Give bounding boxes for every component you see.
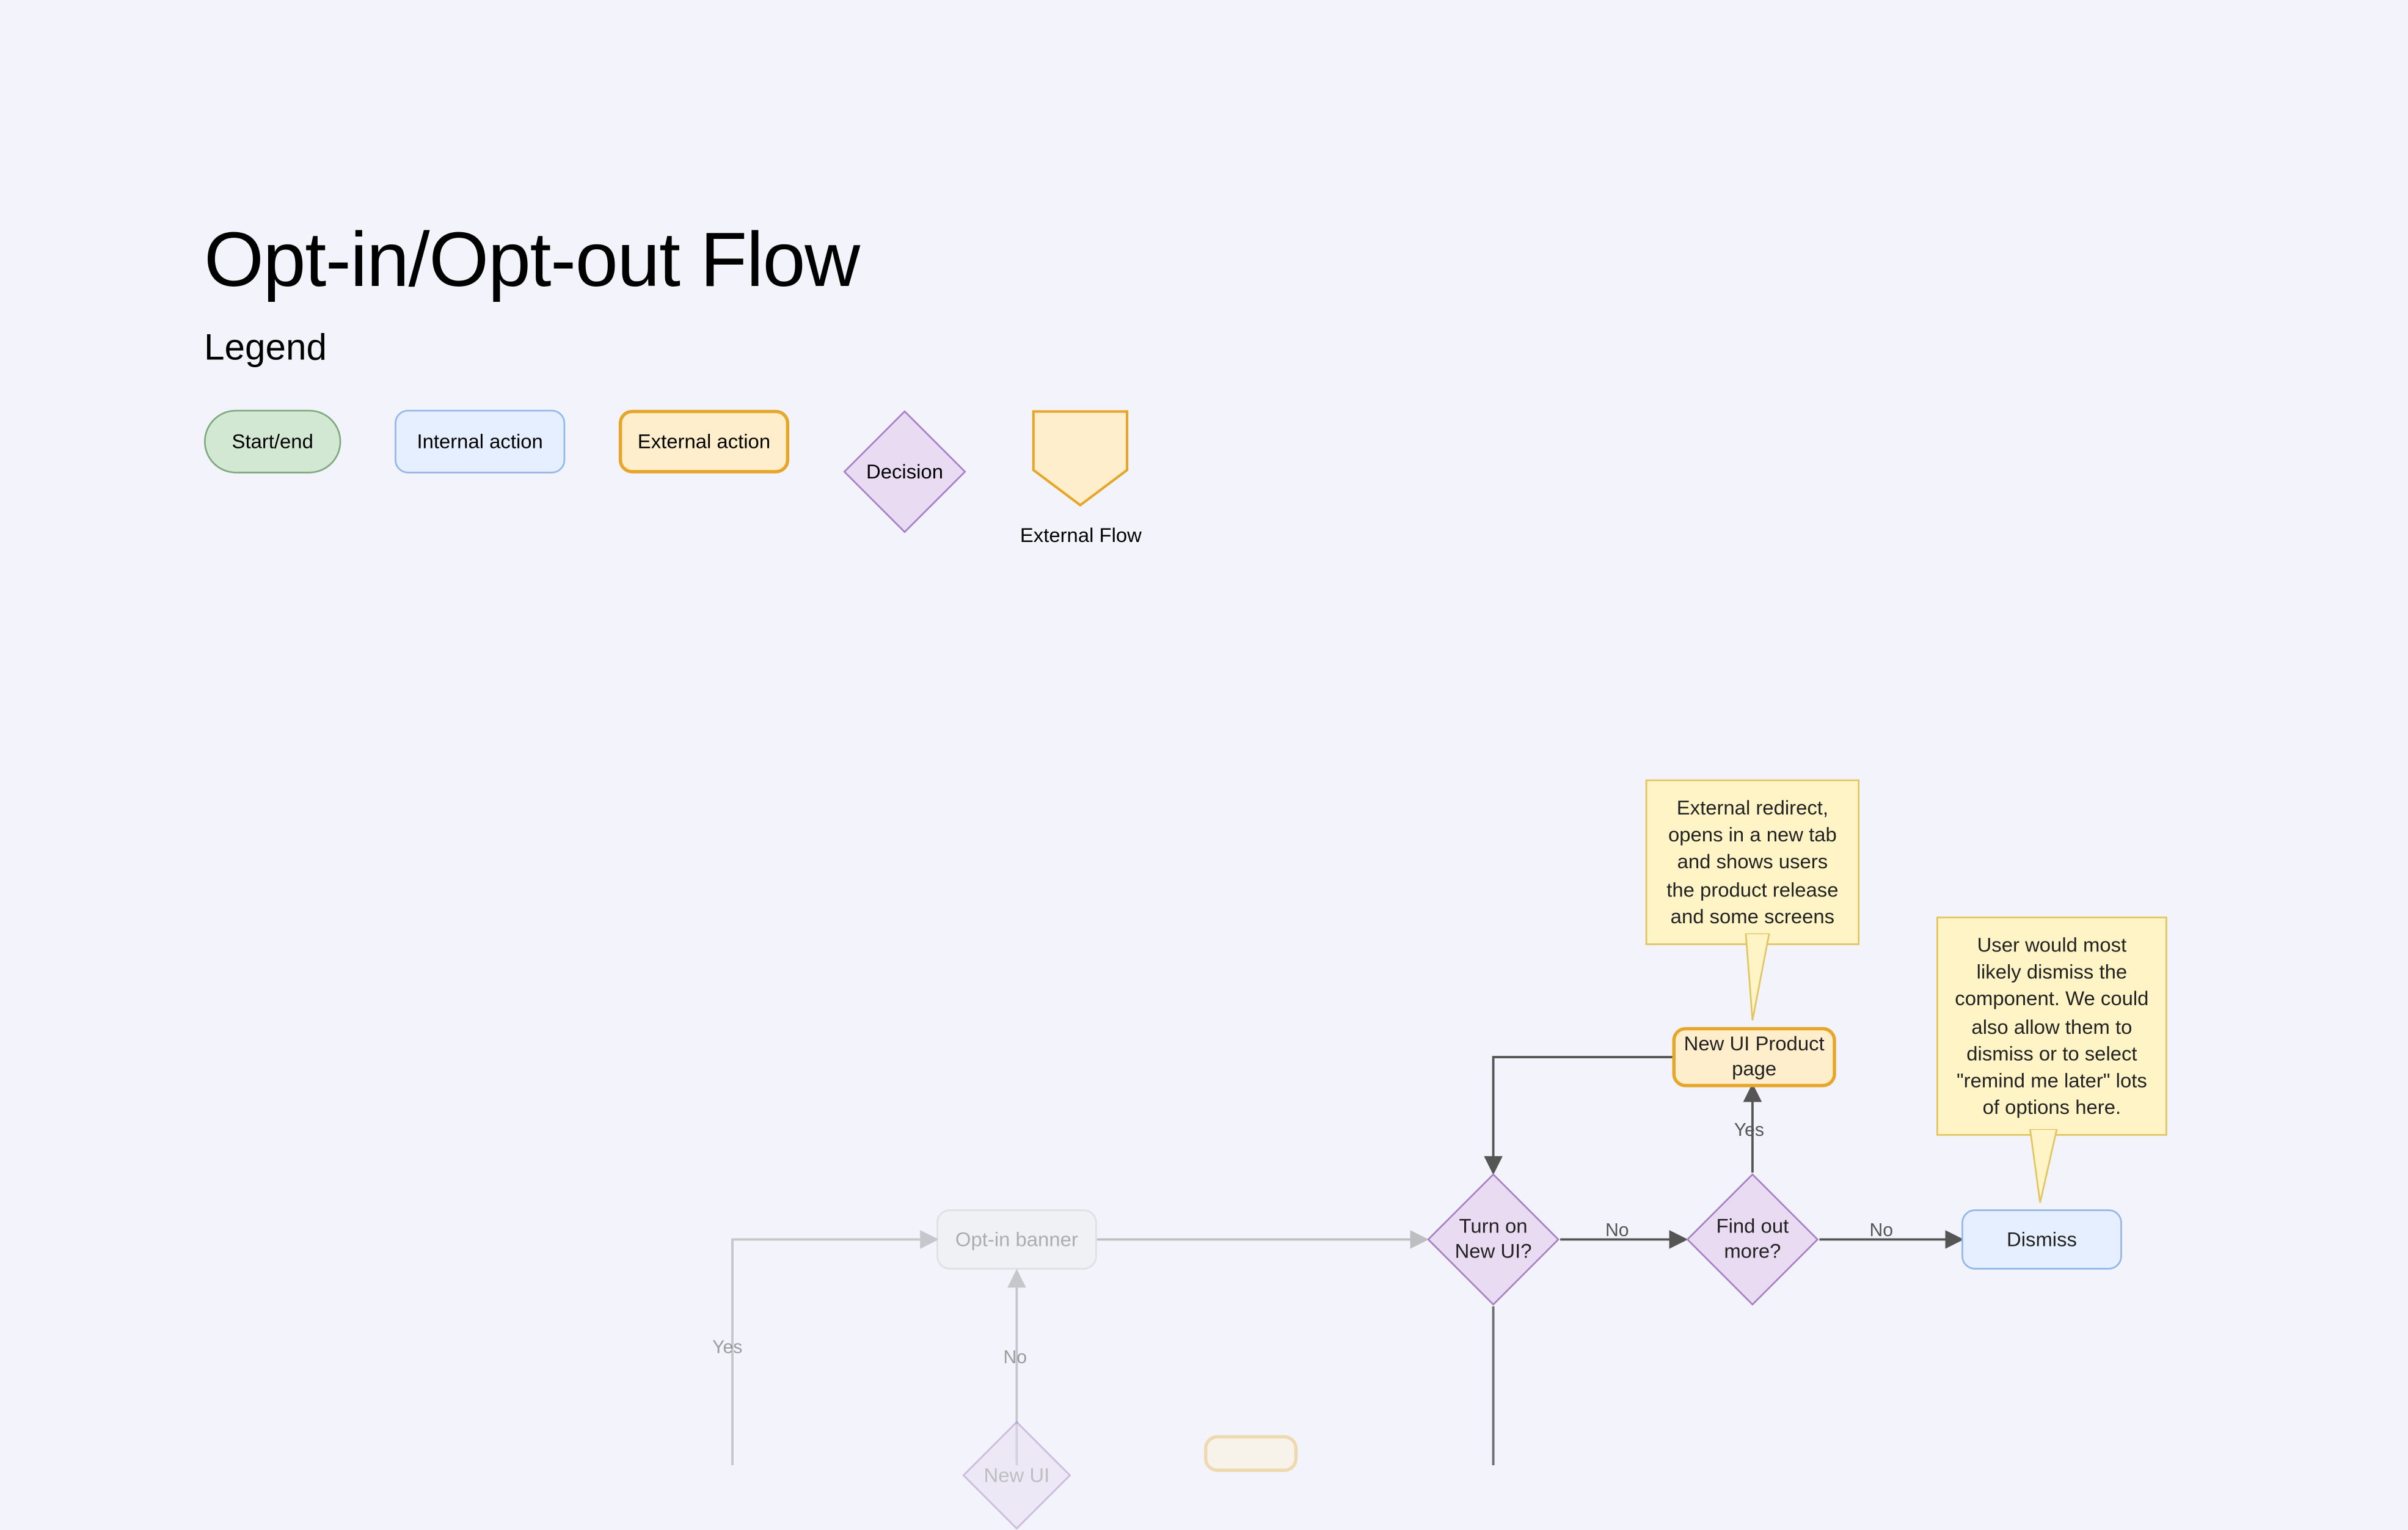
node-turn-on-new-ui: Turn on New UI? (1426, 1173, 1560, 1306)
diagram-canvas: Opt-in/Opt-out Flow Legend Start/end Int… (0, 0, 2408, 1465)
edge-label-no-banner: No (1004, 1348, 1027, 1368)
flowchart: Opt-in banner Turn on New UI? Find out m… (0, 0, 2408, 1465)
edge-label-yes-left: Yes (712, 1338, 742, 1358)
node-new-ui-partial: New UI (963, 1422, 1070, 1529)
node-find-out-more: Find out more? (1685, 1173, 1819, 1306)
note-external-redirect: External redirect, opens in a new tab an… (1646, 780, 1859, 945)
note-redirect-tail (1726, 934, 1773, 1027)
node-dismiss: Dismiss (1961, 1209, 2122, 1270)
note-dismiss: User would most likely dismiss the compo… (1936, 917, 2167, 1136)
edge-label-no-turn-on: No (1605, 1221, 1629, 1241)
edge-label-yes-findout: Yes (1734, 1121, 1764, 1141)
edge-label-no-findout: No (1870, 1221, 1893, 1241)
node-new-ui-product-page: New UI Product page (1673, 1027, 1836, 1088)
note-dismiss-tail (2023, 1129, 2070, 1209)
node-optin-banner: Opt-in banner (936, 1209, 1097, 1270)
